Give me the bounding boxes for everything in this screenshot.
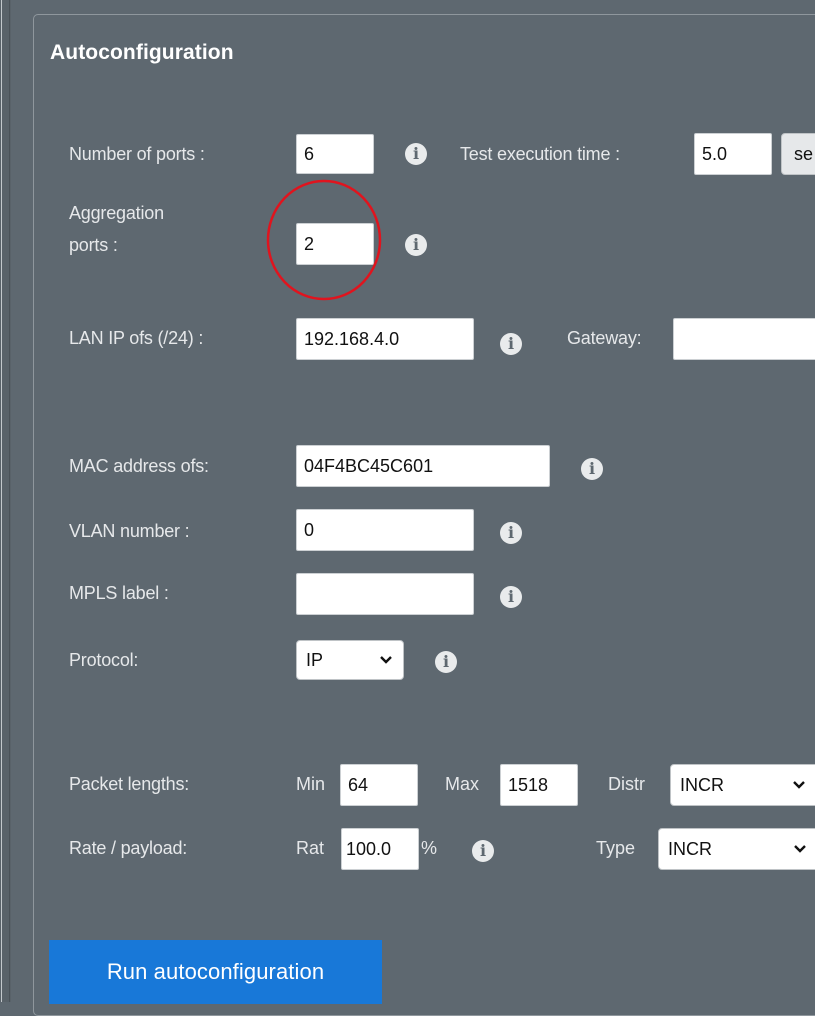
aggregation-ports-label-line1: Aggregation	[69, 203, 164, 223]
chevron-down-icon	[380, 656, 392, 664]
test-exec-time-label: Test execution time :	[460, 144, 620, 164]
type-select[interactable]: INCR	[658, 828, 815, 870]
info-icon[interactable]: i	[500, 333, 522, 355]
run-autoconfiguration-button[interactable]: Run autoconfiguration	[49, 940, 382, 1004]
info-icon[interactable]: i	[405, 143, 427, 165]
info-icon[interactable]: i	[500, 586, 522, 608]
info-icon[interactable]: i	[405, 234, 427, 256]
protocol-label: Protocol:	[69, 650, 139, 670]
highlight-circle	[266, 179, 382, 301]
info-icon[interactable]: i	[581, 458, 603, 480]
max-length-input[interactable]	[500, 764, 578, 806]
info-icon[interactable]: i	[500, 522, 522, 544]
vlan-number-label: VLAN number :	[69, 521, 190, 541]
protocol-selected-value: IP	[306, 649, 324, 670]
info-icon[interactable]: i	[472, 840, 494, 862]
rate-payload-label: Rate / payload:	[69, 838, 188, 858]
chevron-down-icon	[794, 845, 806, 853]
type-label: Type	[596, 838, 636, 858]
percent-label: %	[421, 838, 438, 858]
gateway-input[interactable]	[673, 318, 815, 360]
section-title: Autoconfiguration	[50, 41, 234, 64]
aggregation-ports-label: Aggregation ports :	[69, 197, 164, 261]
num-ports-label: Number of ports :	[69, 144, 205, 164]
chevron-down-icon	[793, 781, 805, 789]
vlan-number-input[interactable]	[296, 509, 474, 551]
info-icon[interactable]: i	[435, 651, 457, 673]
mpls-label-input[interactable]	[296, 573, 474, 615]
mac-address-input[interactable]	[296, 445, 550, 487]
gateway-label: Gateway:	[567, 328, 642, 348]
aggregation-ports-label-line2: ports :	[69, 235, 118, 255]
min-length-input[interactable]	[340, 764, 418, 806]
test-exec-time-input[interactable]	[694, 133, 772, 175]
time-unit-select[interactable]: se	[781, 133, 815, 175]
outer-frame	[0, 0, 11, 1002]
packet-lengths-label: Packet lengths:	[69, 774, 190, 794]
num-ports-input[interactable]	[296, 134, 374, 174]
mac-address-label: MAC address ofs:	[69, 456, 209, 476]
min-label: Min	[296, 774, 326, 794]
protocol-select[interactable]: IP	[296, 640, 404, 680]
distr-selected-value: INCR	[680, 774, 724, 795]
rat-label: Rat	[296, 838, 325, 858]
lan-ip-label: LAN IP ofs (/24) :	[69, 328, 204, 348]
distr-label: Distr	[608, 774, 645, 794]
distr-select[interactable]: INCR	[670, 764, 815, 806]
type-selected-value: INCR	[668, 838, 712, 859]
max-label: Max	[445, 774, 480, 794]
rate-input[interactable]	[341, 828, 419, 870]
lan-ip-input[interactable]	[296, 318, 474, 360]
mpls-label-label: MPLS label :	[69, 583, 169, 603]
